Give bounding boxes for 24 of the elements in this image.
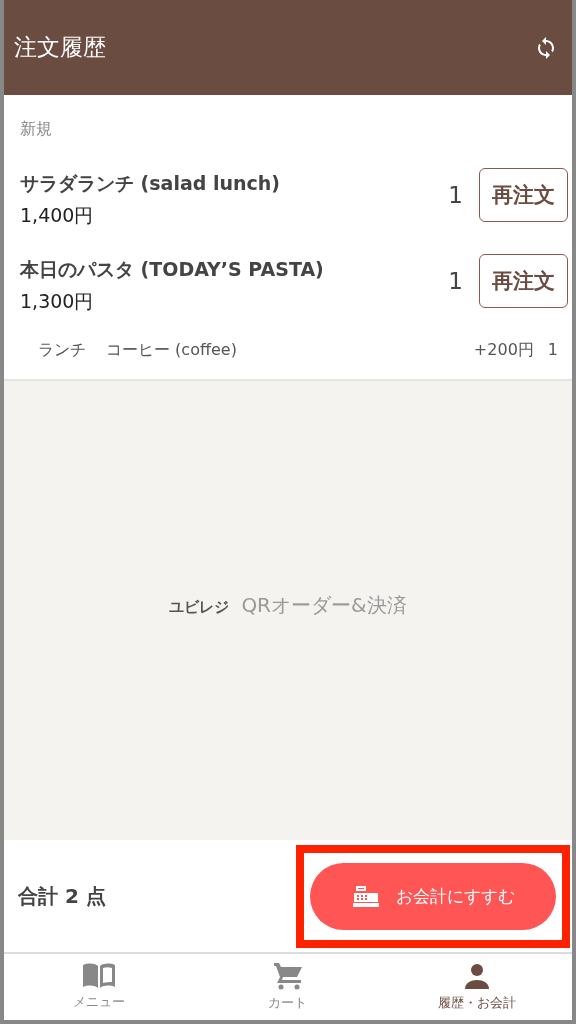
book-icon [81,963,116,989]
item-quantity: 1 [448,268,463,294]
nav-tab[interactable]: メニュー [4,954,194,1020]
brand-tagline: QRオーダー&決済 [241,592,407,619]
brand-name: ユビレジ [169,598,230,617]
cart-icon [273,962,303,990]
item-name: サラダランチ (salad lunch) [20,171,282,196]
person-icon [463,962,492,990]
total-count: 合計 2 点 [18,882,106,910]
item-name: 本日のパスタ (TODAY’S PASTA) [20,257,325,282]
nav-tab[interactable]: カート [193,954,383,1020]
nav-tab[interactable]: 履歴・お会計 [382,954,572,1020]
item-price: 1,300円 [20,289,95,314]
section-label: 新規 [19,118,53,140]
option-group: ランチ [38,340,86,361]
item-price: 1,400円 [20,203,95,228]
page-title: 注文履歴 [14,33,106,62]
option-price: +200円 [473,340,534,361]
option-name: コーヒー (coffee) [106,340,238,361]
reorder-button[interactable]: 再注文 [479,168,568,222]
item-quantity: 1 [448,182,463,208]
reorder-button[interactable]: 再注文 [479,254,568,308]
cash-register-icon [351,884,380,908]
option-quantity: 1 [547,340,558,361]
